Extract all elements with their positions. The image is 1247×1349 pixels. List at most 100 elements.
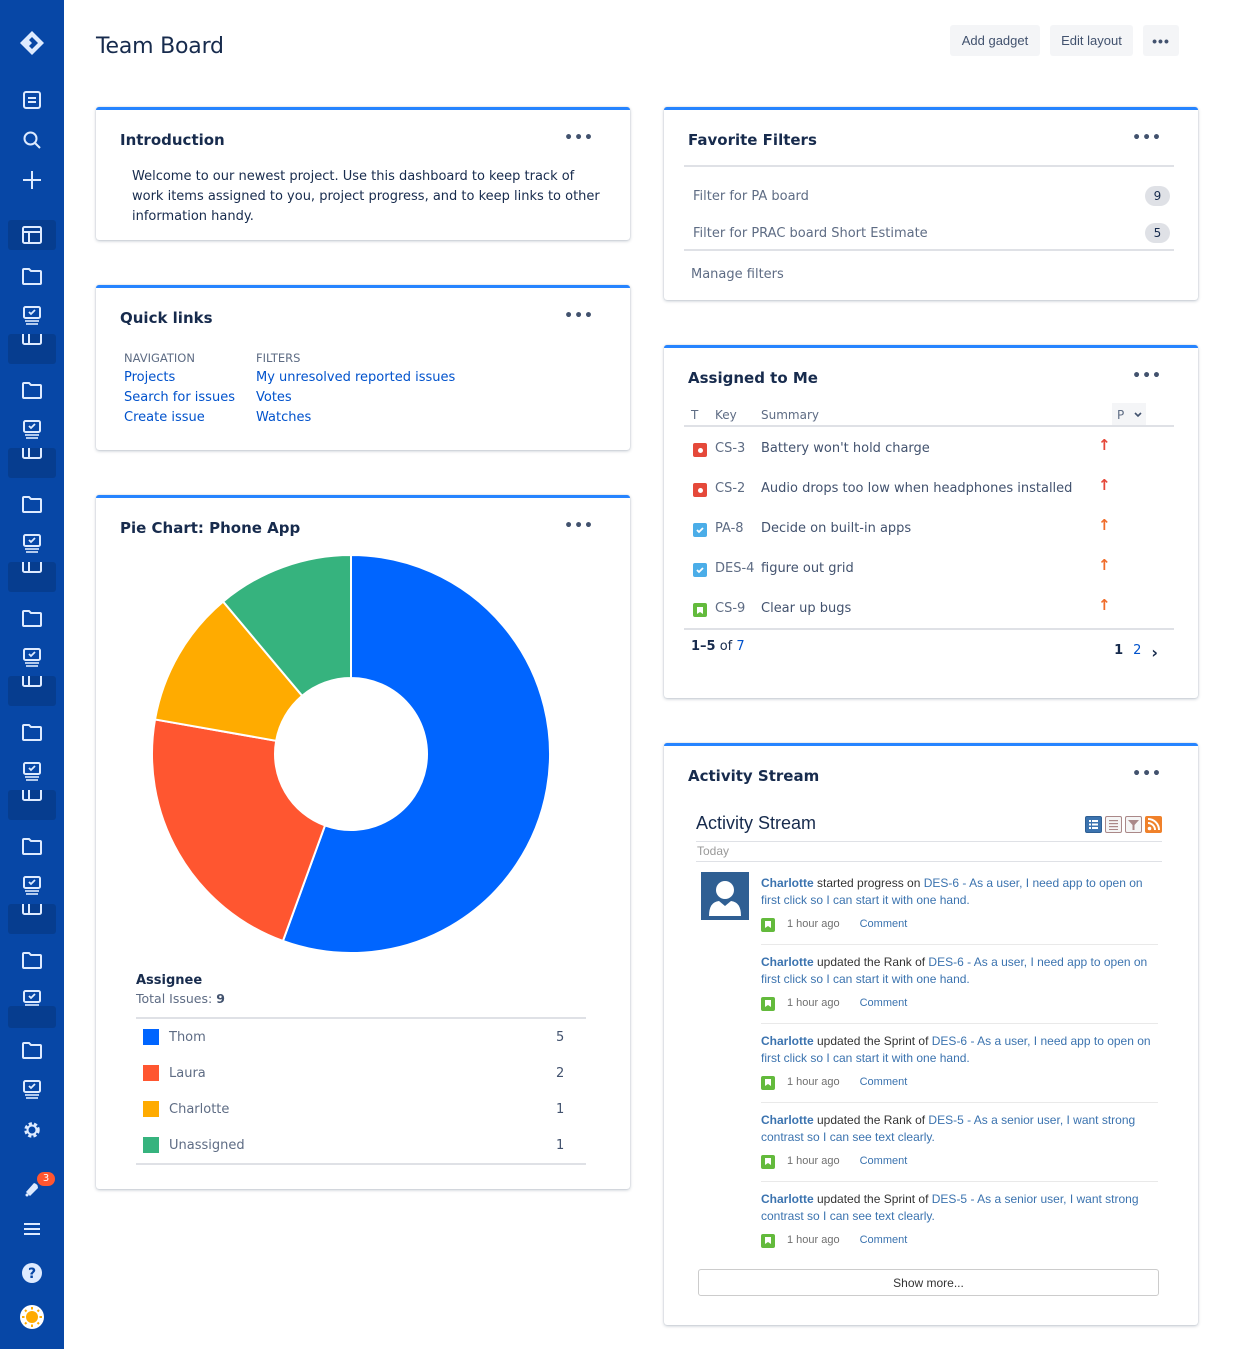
folder-icon[interactable]: [8, 1034, 56, 1066]
issue-summary[interactable]: Audio drops too low when headphones inst…: [761, 481, 1072, 496]
total-issues: Total Issues: 9: [136, 991, 225, 1006]
create-issue-link[interactable]: Create issue: [124, 408, 235, 428]
user-link[interactable]: Charlotte: [761, 1192, 814, 1206]
divider: [684, 165, 1174, 167]
user-link[interactable]: Charlotte: [761, 1034, 814, 1048]
legend-label[interactable]: Unassigned: [169, 1138, 556, 1153]
show-more-button[interactable]: Show more...: [698, 1269, 1159, 1296]
edit-layout-button[interactable]: Edit layout: [1050, 25, 1133, 56]
issue-key[interactable]: CS-3: [715, 441, 745, 456]
folder-icon[interactable]: [8, 374, 56, 406]
search-for-issues-link[interactable]: Search for issues: [124, 388, 235, 408]
create-icon[interactable]: [8, 164, 56, 196]
rss-feed-icon[interactable]: [1145, 816, 1162, 833]
issue-summary[interactable]: figure out grid: [761, 561, 854, 576]
board-check-icon[interactable]: [8, 870, 56, 902]
board-check-icon[interactable]: [8, 642, 56, 674]
user-link[interactable]: Charlotte: [761, 876, 814, 890]
user-avatar[interactable]: [701, 872, 749, 920]
board-check-icon[interactable]: [8, 528, 56, 560]
issue-summary[interactable]: Clear up bugs: [761, 601, 851, 616]
issue-row[interactable]: CS-2 Audio drops too low when headphones …: [684, 469, 1174, 509]
issue-row[interactable]: DES-4 figure out grid ↑: [684, 549, 1174, 589]
issue-key[interactable]: CS-9: [715, 601, 745, 616]
board-icon[interactable]: [8, 1006, 56, 1028]
issue-summary[interactable]: Decide on built-in apps: [761, 521, 911, 536]
board-icon[interactable]: [8, 562, 56, 592]
board-icon[interactable]: [8, 904, 56, 934]
full-view-icon[interactable]: [1085, 816, 1102, 833]
board-icon[interactable]: [8, 790, 56, 820]
filter-icon[interactable]: [1125, 816, 1142, 833]
folder-icon[interactable]: [8, 260, 56, 292]
total-link[interactable]: 7: [736, 639, 744, 654]
filter-name[interactable]: Filter for PA board: [693, 189, 1145, 204]
menu-icon[interactable]: [8, 1213, 56, 1245]
manage-filters-link[interactable]: Manage filters: [691, 267, 784, 282]
board-check-icon[interactable]: [8, 1074, 56, 1106]
filter-item[interactable]: Filter for PRAC board Short Estimate 5: [693, 221, 1170, 245]
column-summary[interactable]: Summary: [761, 408, 819, 422]
board-check-icon[interactable]: [8, 756, 56, 788]
issue-key[interactable]: PA-8: [715, 521, 744, 536]
issue-key[interactable]: CS-2: [715, 481, 745, 496]
legend-label[interactable]: Laura: [169, 1066, 556, 1081]
folder-icon[interactable]: [8, 602, 56, 634]
column-type[interactable]: T: [691, 408, 698, 422]
more-actions-button[interactable]: •••: [1143, 25, 1179, 56]
gadget-menu-button[interactable]: •••: [564, 518, 594, 534]
gadget-menu-button[interactable]: •••: [564, 308, 594, 324]
folder-icon[interactable]: [8, 830, 56, 862]
divider: [761, 1023, 1158, 1024]
issue-row[interactable]: PA-8 Decide on built-in apps ↑: [684, 509, 1174, 549]
board-icon[interactable]: [8, 676, 56, 706]
board-icon[interactable]: [8, 334, 56, 364]
board-check-icon[interactable]: [8, 300, 56, 332]
board-icon[interactable]: [8, 220, 56, 250]
help-icon[interactable]: ?: [8, 1257, 56, 1289]
comment-link[interactable]: Comment: [860, 1074, 908, 1091]
gadget-menu-button[interactable]: •••: [564, 130, 594, 146]
gadget-menu-button[interactable]: •••: [1132, 766, 1162, 782]
board-check-icon[interactable]: [8, 414, 56, 446]
folder-icon[interactable]: [8, 716, 56, 748]
votes-link[interactable]: Votes: [256, 388, 455, 408]
column-priority[interactable]: P: [1112, 403, 1146, 425]
your-work-icon[interactable]: [8, 84, 56, 116]
divider: [696, 841, 1162, 842]
issue-row[interactable]: CS-3 Battery won't hold charge ↑: [684, 429, 1174, 469]
comment-link[interactable]: Comment: [860, 1153, 908, 1170]
add-gadget-button[interactable]: Add gadget: [950, 25, 1040, 56]
comment-link[interactable]: Comment: [860, 1232, 908, 1249]
issue-summary[interactable]: Battery won't hold charge: [761, 441, 930, 456]
comment-link[interactable]: Comment: [860, 995, 908, 1012]
gadget-menu-button[interactable]: •••: [1132, 368, 1162, 384]
filter-name[interactable]: Filter for PRAC board Short Estimate: [693, 226, 1145, 241]
watches-link[interactable]: Watches: [256, 408, 455, 428]
profile-avatar-icon[interactable]: [8, 1301, 56, 1333]
legend-label[interactable]: Thom: [169, 1030, 556, 1045]
issue-row[interactable]: CS-9 Clear up bugs ↑: [684, 589, 1174, 629]
comment-link[interactable]: Comment: [860, 916, 908, 933]
folder-icon[interactable]: [8, 488, 56, 520]
issue-key[interactable]: DES-4: [715, 561, 754, 576]
user-link[interactable]: Charlotte: [761, 1113, 814, 1127]
user-link[interactable]: Charlotte: [761, 955, 814, 969]
page-1[interactable]: 1: [1114, 643, 1123, 658]
filters-heading: FILTERS: [256, 351, 301, 365]
settings-icon[interactable]: [8, 1114, 56, 1146]
column-key[interactable]: Key: [715, 408, 737, 422]
gadget-menu-button[interactable]: •••: [1132, 130, 1162, 146]
next-page-icon[interactable]: ›: [1151, 643, 1158, 662]
legend-label[interactable]: Charlotte: [169, 1102, 556, 1117]
page-2[interactable]: 2: [1133, 643, 1141, 658]
folder-icon[interactable]: [8, 944, 56, 976]
projects-link[interactable]: Projects: [124, 368, 235, 388]
search-icon[interactable]: [8, 124, 56, 156]
filter-item[interactable]: Filter for PA board 9: [693, 184, 1170, 208]
my-unresolved-reported-issues-link[interactable]: My unresolved reported issues: [256, 368, 455, 388]
board-icon[interactable]: [8, 448, 56, 478]
jira-logo-icon[interactable]: [8, 27, 56, 59]
legend-value: 5: [556, 1029, 565, 1045]
list-view-icon[interactable]: [1105, 816, 1122, 833]
